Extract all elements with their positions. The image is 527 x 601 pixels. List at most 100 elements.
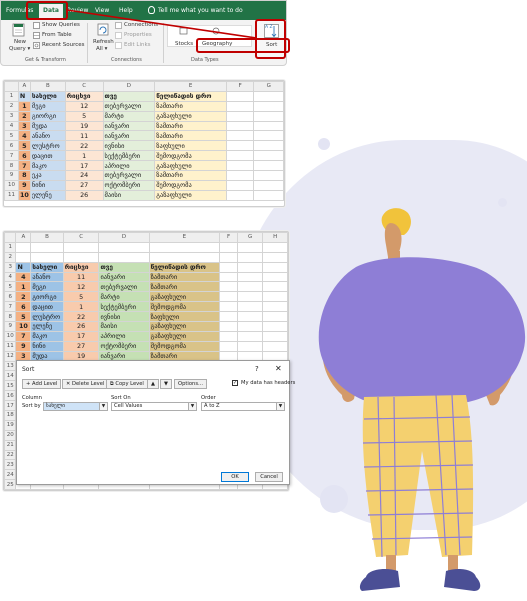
empty-cell[interactable] <box>253 100 284 112</box>
empty-cell[interactable] <box>262 271 288 283</box>
move-up-button[interactable]: ▲ <box>147 379 159 389</box>
cell-month[interactable]: ოქტომბერი <box>102 179 156 191</box>
column-header[interactable]: G <box>253 81 284 92</box>
cell-name[interactable]: მეგი <box>29 100 66 112</box>
cell-n[interactable]: 5 <box>17 140 31 152</box>
empty-cell[interactable] <box>236 241 264 253</box>
add-level-button[interactable]: + Add Level <box>22 379 62 389</box>
cell-season[interactable]: გაზაფხული <box>154 160 227 172</box>
empty-cell[interactable] <box>225 120 255 132</box>
row-number[interactable]: 11 <box>4 340 17 352</box>
corner-cell[interactable] <box>4 81 19 92</box>
empty-cell[interactable] <box>98 251 150 263</box>
cell-number[interactable]: 1 <box>64 150 104 162</box>
row-number[interactable]: 12 <box>4 350 17 362</box>
empty-cell[interactable] <box>262 311 288 323</box>
empty-cell[interactable] <box>225 179 255 191</box>
cell-n[interactable]: 2 <box>15 291 32 303</box>
empty-cell[interactable] <box>219 340 238 352</box>
cell-name[interactable]: ნინი <box>30 340 64 352</box>
row-number[interactable]: 10 <box>4 179 19 191</box>
row-number[interactable]: 25 <box>4 479 17 490</box>
move-down-button[interactable]: ▼ <box>160 379 172 389</box>
cell-name[interactable]: მაკო <box>30 330 64 342</box>
cell-season[interactable]: ზამთარი <box>154 120 227 132</box>
empty-cell[interactable] <box>219 251 238 263</box>
empty-cell[interactable] <box>225 140 255 152</box>
cell-n[interactable]: 5 <box>15 311 32 323</box>
empty-cell[interactable] <box>262 301 288 313</box>
column-header[interactable]: C <box>62 232 100 243</box>
empty-cell[interactable] <box>148 251 221 263</box>
row-number[interactable]: 9 <box>4 170 19 181</box>
row-number[interactable]: 7 <box>4 301 17 313</box>
header-cell-season[interactable]: წელიწადის დრო <box>154 90 227 102</box>
row-number[interactable]: 14 <box>4 370 17 382</box>
cell-season[interactable]: ზამთარი <box>148 281 221 293</box>
copy-level-button[interactable]: ⧉ Copy Level <box>106 379 148 389</box>
empty-cell[interactable] <box>253 189 284 201</box>
row-number[interactable]: 7 <box>4 150 19 162</box>
row-number[interactable]: 10 <box>4 330 17 342</box>
cell-name[interactable]: გიორგი <box>29 110 66 122</box>
order-select[interactable]: A to Z ▼ <box>201 402 285 411</box>
empty-cell[interactable] <box>236 271 264 283</box>
column-header[interactable]: G <box>236 232 264 243</box>
empty-cell[interactable] <box>219 301 238 313</box>
empty-cell[interactable] <box>253 150 284 162</box>
cell-month[interactable]: თებერვალი <box>102 100 156 112</box>
empty-cell[interactable] <box>253 160 284 172</box>
cell-season[interactable]: ზამთარი <box>148 271 221 283</box>
empty-cell[interactable] <box>262 330 288 342</box>
cell-name[interactable]: ლუსტრო <box>30 311 64 323</box>
column-header[interactable]: B <box>29 81 66 92</box>
cell-number[interactable]: 11 <box>62 271 100 283</box>
cell-season[interactable]: გაზაფხული <box>154 110 227 122</box>
empty-cell[interactable] <box>225 189 255 201</box>
cell-number[interactable]: 27 <box>62 340 100 352</box>
empty-cell[interactable] <box>219 330 238 342</box>
cell-n[interactable]: 1 <box>15 281 32 293</box>
empty-cell[interactable] <box>253 90 284 102</box>
empty-cell[interactable] <box>98 241 150 253</box>
empty-cell[interactable] <box>236 291 264 303</box>
sort-on-select[interactable]: Cell Values ▼ <box>111 402 197 411</box>
cell-season[interactable]: ზაფხული <box>154 140 227 152</box>
cell-month[interactable]: ივნისი <box>98 311 150 323</box>
cell-season[interactable]: გაზაფხული <box>148 330 221 342</box>
column-header[interactable]: E <box>148 232 221 243</box>
cell-month[interactable]: აპრილი <box>102 160 156 172</box>
cell-month[interactable]: ივნისი <box>102 140 156 152</box>
header-cell-n[interactable]: N <box>17 90 31 102</box>
column-header[interactable]: H <box>262 232 288 243</box>
sort-by-select[interactable]: სახელი ▼ <box>43 402 108 411</box>
cell-month[interactable]: თებერვალი <box>102 170 156 181</box>
cell-name[interactable]: მაკო <box>29 160 66 172</box>
cell-name[interactable]: მუდა <box>29 120 66 132</box>
row-number[interactable]: 24 <box>4 469 17 481</box>
row-number[interactable]: 5 <box>4 281 17 293</box>
empty-cell[interactable] <box>62 241 100 253</box>
cell-name[interactable]: ელენე <box>29 189 66 201</box>
row-number[interactable]: 19 <box>4 419 17 431</box>
cell-season[interactable]: გაზაფხული <box>154 189 227 201</box>
cell-name[interactable]: ლუსტრო <box>29 140 66 152</box>
cell-season[interactable]: შემოდგომა <box>148 340 221 352</box>
empty-cell[interactable] <box>236 321 264 332</box>
column-header[interactable]: D <box>102 81 156 92</box>
empty-cell[interactable] <box>262 340 288 352</box>
empty-cell[interactable] <box>15 251 32 263</box>
empty-cell[interactable] <box>236 251 264 263</box>
empty-cell[interactable] <box>236 301 264 313</box>
column-header[interactable]: A <box>17 81 31 92</box>
header-cell-number[interactable]: რიცხვი <box>64 90 104 102</box>
cell-n[interactable]: 6 <box>17 150 31 162</box>
cell-number[interactable]: 19 <box>64 120 104 132</box>
cell-month[interactable]: მარტი <box>102 110 156 122</box>
row-number[interactable]: 1 <box>4 241 17 253</box>
cell-season[interactable]: გაზაფხული <box>148 291 221 303</box>
empty-cell[interactable] <box>225 170 255 181</box>
empty-cell[interactable] <box>219 291 238 303</box>
cell-n[interactable]: 10 <box>15 321 32 332</box>
row-number[interactable]: 2 <box>4 251 17 263</box>
